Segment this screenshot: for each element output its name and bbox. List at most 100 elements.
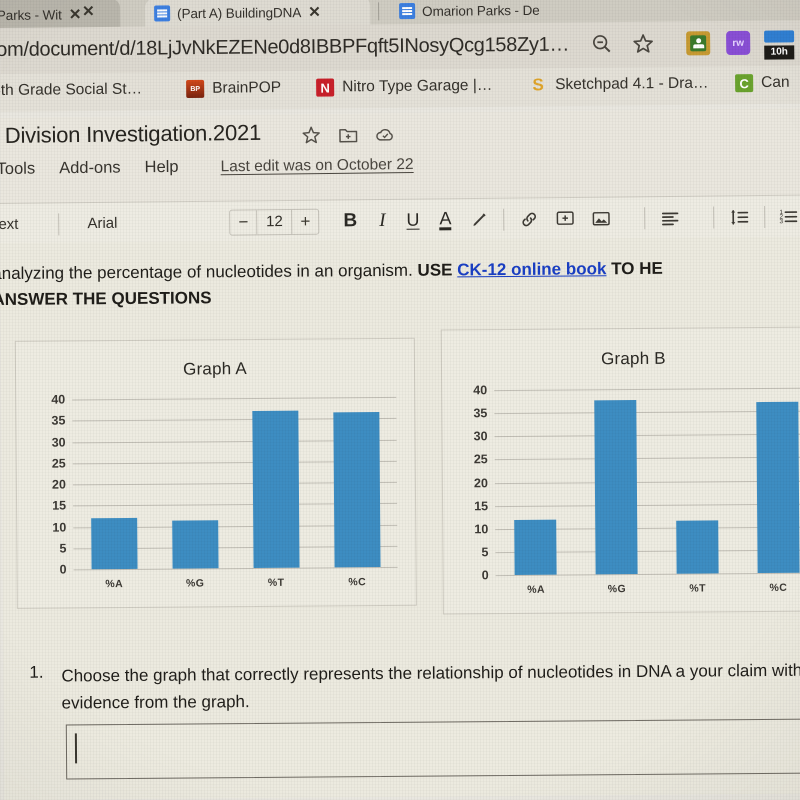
y-axis-tick-label: 40 bbox=[473, 383, 488, 398]
y-axis-tick-label: 0 bbox=[481, 568, 489, 583]
tab-divider bbox=[378, 2, 380, 21]
answer-input-box[interactable] bbox=[65, 718, 800, 780]
bookmark-item-0[interactable]: 6th Grade Social St… bbox=[0, 81, 142, 101]
chart-card-graph-b: Graph B 0 5 10 15 20 25 30 35 40 %A %G %T %C bbox=[440, 326, 800, 615]
bold-button[interactable]: B bbox=[343, 210, 357, 232]
paragraph-text-plain: analyzing the percentage of nucleotides … bbox=[0, 260, 418, 284]
ck12-online-book-link[interactable]: CK-12 online book bbox=[457, 259, 606, 279]
paragraph-text-line2: ANSWER THE QUESTIONS bbox=[0, 288, 212, 310]
x-axis-tick-label: %A bbox=[105, 578, 124, 591]
line-spacing-icon[interactable] bbox=[728, 206, 750, 228]
google-classroom-icon[interactable] bbox=[686, 31, 711, 56]
menu-item-help[interactable]: Help bbox=[145, 158, 179, 177]
bar bbox=[755, 401, 800, 574]
toolbar-divider bbox=[503, 208, 505, 231]
y-axis-tick-label: 30 bbox=[473, 429, 488, 444]
y-axis-tick-label: 20 bbox=[51, 477, 66, 492]
font-size-stepper[interactable]: − 12 + bbox=[229, 208, 320, 236]
bookmark-label: BrainPOP bbox=[212, 79, 282, 97]
purple-puzzle-extension-icon[interactable]: rw bbox=[726, 30, 751, 56]
close-icon[interactable]: ✕ bbox=[82, 3, 95, 20]
y-axis-tick-label: 5 bbox=[59, 541, 67, 556]
add-comment-icon[interactable] bbox=[554, 207, 576, 229]
google-docs-icon bbox=[399, 3, 416, 20]
chart-title-graph-b: Graph B bbox=[600, 348, 666, 369]
canvas-icon: C bbox=[735, 74, 754, 93]
y-axis-tick-label: 0 bbox=[59, 562, 67, 577]
font-size-value[interactable]: 12 bbox=[256, 209, 293, 234]
menu-item-addons[interactable]: Add-ons bbox=[59, 159, 121, 179]
x-axis-tick-label: %T bbox=[267, 576, 285, 589]
gridline bbox=[494, 456, 800, 461]
y-axis-tick-label: 25 bbox=[51, 456, 66, 471]
menu-bar: Tools Add-ons Help Last edit was on Octo… bbox=[0, 155, 414, 179]
bookmark-item-1[interactable]: BP BrainPOP bbox=[186, 79, 282, 99]
bookmark-label: Sketchpad 4.1 - Dra… bbox=[555, 74, 709, 94]
toolbar-divider bbox=[713, 206, 715, 229]
bookmark-item-4[interactable]: C Can bbox=[735, 74, 790, 93]
move-to-folder-icon[interactable] bbox=[337, 124, 359, 146]
sketchpad-icon: S bbox=[532, 75, 544, 95]
nitro-type-icon: N bbox=[316, 78, 335, 97]
google-docs-icon bbox=[154, 5, 171, 22]
gridline bbox=[72, 396, 397, 401]
document-title[interactable]: l Division Investigation.2021 bbox=[0, 120, 261, 149]
x-axis-tick-label: %T bbox=[689, 582, 706, 595]
decrease-font-size-button[interactable]: − bbox=[230, 212, 256, 232]
plot-area-graph-b: 0 5 10 15 20 25 30 35 40 %A %G %T %C bbox=[473, 383, 800, 596]
numbered-list-icon[interactable]: 1 2 3 bbox=[777, 205, 799, 227]
y-axis-tick-label: 10 bbox=[52, 519, 67, 535]
x-axis-tick-label: %G bbox=[607, 583, 627, 596]
plot-area-graph-a: 0 5 10 15 20 25 30 35 40 %A %G %T %C bbox=[51, 392, 398, 590]
bookmark-label: 6th Grade Social St… bbox=[0, 80, 143, 100]
close-icon[interactable]: ✕ bbox=[308, 3, 321, 20]
toolbar-divider bbox=[644, 206, 646, 229]
y-axis-tick-label: 20 bbox=[473, 475, 488, 490]
last-edit-status[interactable]: Last edit was on October 22 bbox=[220, 155, 413, 175]
underline-button[interactable]: U bbox=[406, 210, 419, 231]
text-color-button[interactable]: A bbox=[439, 208, 452, 231]
font-family-label[interactable]: Arial bbox=[87, 215, 117, 232]
menu-item-tools[interactable]: Tools bbox=[0, 160, 35, 179]
y-axis-tick-label: 40 bbox=[51, 392, 66, 407]
italic-button[interactable]: I bbox=[379, 209, 386, 231]
gridline bbox=[494, 480, 800, 484]
insert-image-icon[interactable] bbox=[590, 207, 612, 229]
bar bbox=[90, 517, 138, 570]
bar bbox=[332, 412, 381, 568]
highlight-pen-icon[interactable] bbox=[469, 209, 489, 229]
gridline bbox=[495, 503, 800, 507]
align-left-icon[interactable] bbox=[659, 206, 681, 228]
x-axis-tick-label: %G bbox=[185, 577, 205, 590]
y-axis-tick-label: 25 bbox=[473, 452, 488, 467]
screen-time-extension-icon[interactable] bbox=[764, 30, 795, 43]
paragraph-text-tail: TO HE bbox=[606, 258, 663, 279]
bookmark-label: Can bbox=[761, 73, 790, 92]
insert-link-icon[interactable] bbox=[518, 208, 540, 230]
y-axis-tick-label: 15 bbox=[474, 498, 489, 513]
address-bar-url[interactable]: om/document/d/18LjJvNkEZENe0d8IBBPFqft5I… bbox=[0, 34, 569, 62]
star-icon[interactable] bbox=[300, 124, 322, 146]
bar bbox=[251, 410, 300, 569]
bar bbox=[514, 519, 557, 575]
saved-to-drive-cloud-icon[interactable] bbox=[374, 123, 396, 145]
bookmark-label: Nitro Type Garage |… bbox=[342, 76, 493, 96]
y-axis-tick-label: 15 bbox=[52, 498, 67, 513]
document-paragraph: analyzing the percentage of nucleotides … bbox=[0, 255, 800, 314]
bar bbox=[676, 520, 719, 574]
close-icon[interactable]: ✕ bbox=[69, 6, 82, 23]
y-axis-tick-label: 30 bbox=[51, 434, 66, 450]
browser-tab-title: Omarion Parks - De bbox=[422, 2, 540, 19]
increase-font-size-button[interactable]: + bbox=[292, 211, 318, 231]
svg-text:3: 3 bbox=[780, 218, 784, 225]
x-axis-tick-label: %C bbox=[769, 581, 788, 594]
x-axis-tick-label: %C bbox=[348, 576, 367, 589]
question-number: 1. bbox=[29, 662, 44, 682]
bookmark-item-3[interactable]: S Sketchpad 4.1 - Dra… bbox=[529, 75, 709, 95]
document-body[interactable]: analyzing the percentage of nucleotides … bbox=[0, 236, 800, 800]
zoom-out-icon[interactable] bbox=[590, 32, 614, 56]
paragraph-style-label[interactable]: text bbox=[0, 216, 19, 233]
bookmark-item-2[interactable]: N Nitro Type Garage |… bbox=[316, 77, 492, 97]
bookmark-star-icon[interactable] bbox=[631, 32, 655, 56]
y-axis-tick-label: 35 bbox=[51, 413, 66, 428]
